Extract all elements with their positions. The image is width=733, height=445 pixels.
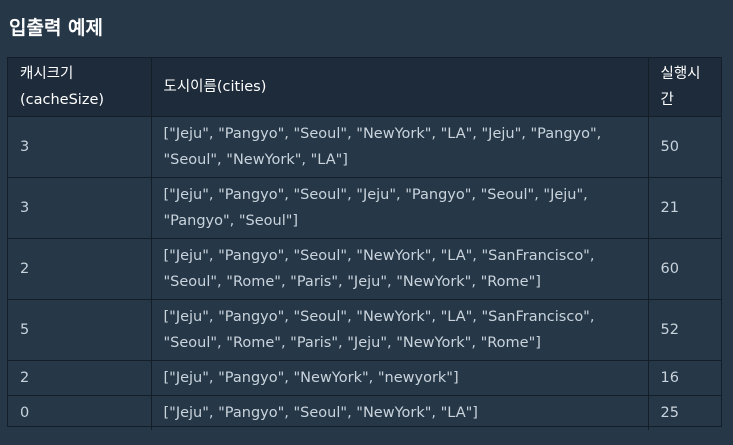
cell-cities: ["Jeju", "Pangyo", "Seoul", "NewYork", "… bbox=[151, 116, 649, 178]
cell-cities: ["Jeju", "Pangyo", "Seoul", "NewYork", "… bbox=[151, 395, 649, 430]
cell-cache-size: 2 bbox=[8, 360, 152, 396]
header-cache-size: 캐시크기 (cacheSize) bbox=[8, 58, 152, 117]
table-row: 5 ["Jeju", "Pangyo", "Seoul", "NewYork",… bbox=[8, 299, 721, 361]
table-row: 3 ["Jeju", "Pangyo", "Seoul", "NewYork",… bbox=[8, 116, 721, 178]
table-row: 2 ["Jeju", "Pangyo", "Seoul", "NewYork",… bbox=[8, 238, 721, 300]
cell-cities: ["Jeju", "Pangyo", "Seoul", "NewYork", "… bbox=[151, 299, 649, 361]
cell-run-time: 50 bbox=[648, 116, 721, 178]
cell-cache-size: 5 bbox=[8, 299, 152, 361]
cell-run-time: 21 bbox=[648, 177, 721, 239]
cell-cache-size: 0 bbox=[8, 395, 152, 430]
header-cities: 도시이름(cities) bbox=[151, 58, 649, 117]
cell-cities: ["Jeju", "Pangyo", "Seoul", "Jeju", "Pan… bbox=[151, 177, 649, 239]
table-row: 2 ["Jeju", "Pangyo", "NewYork", "newyork… bbox=[8, 360, 721, 396]
cell-run-time: 52 bbox=[648, 299, 721, 361]
header-run-time: 실행시간 bbox=[648, 58, 721, 117]
cell-run-time: 60 bbox=[648, 238, 721, 300]
table-header-row: 캐시크기 (cacheSize) 도시이름(cities) 실행시간 bbox=[8, 58, 721, 117]
section-title: 입출력 예제 bbox=[9, 17, 104, 39]
cell-run-time: 25 bbox=[660, 405, 679, 421]
cell-run-time: 16 bbox=[648, 360, 721, 396]
example-table: 캐시크기 (cacheSize) 도시이름(cities) 실행시간 3 ["J… bbox=[8, 58, 721, 430]
cell-cities: ["Jeju", "Pangyo", "Seoul", "NewYork", "… bbox=[151, 238, 649, 300]
table-row: 0 ["Jeju", "Pangyo", "Seoul", "NewYork",… bbox=[8, 395, 721, 430]
cell-cache-size: 3 bbox=[8, 116, 152, 178]
cell-cache-size: 3 bbox=[8, 177, 152, 239]
cell-cache-size: 2 bbox=[8, 238, 152, 300]
cell-cities: ["Jeju", "Pangyo", "NewYork", "newyork"] bbox=[151, 360, 649, 396]
table-row: 3 ["Jeju", "Pangyo", "Seoul", "Jeju", "P… bbox=[8, 177, 721, 239]
io-example-table: 캐시크기 (cacheSize) 도시이름(cities) 실행시간 3 ["J… bbox=[7, 57, 722, 430]
